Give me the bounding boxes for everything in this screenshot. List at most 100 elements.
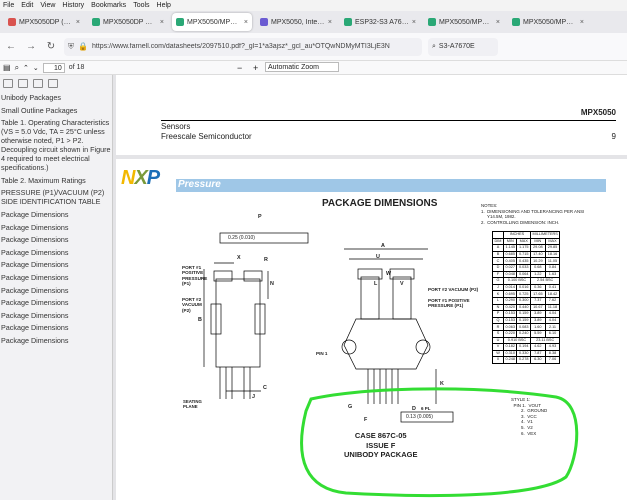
table-cell: V [492, 343, 504, 351]
outline-item[interactable]: Package Dimensions [1, 235, 111, 244]
pdf-page-10: NXP Pressure PACKAGE DIMENSIONS P 0.25 (… [116, 159, 627, 500]
tab-close-icon[interactable]: × [160, 19, 164, 26]
outline-item[interactable]: Package Dimensions [1, 298, 111, 307]
outline-item[interactable]: Package Dimensions [1, 273, 111, 282]
table-cell: 0.153 [502, 316, 518, 325]
page-down-icon[interactable]: ⌄ [33, 64, 39, 72]
pdf-viewer[interactable]: MPX5050 Sensors Freescale Semiconductor … [113, 75, 627, 500]
tab-favicon-icon [512, 18, 520, 26]
table-cell: 17.65 [530, 290, 546, 298]
menu-view[interactable]: View [40, 2, 55, 9]
table-cell: 5.59 [530, 329, 546, 338]
menu-help[interactable]: Help [157, 2, 171, 9]
menu-edit[interactable]: Edit [21, 2, 33, 9]
table-cell: L [492, 296, 504, 305]
table-cell: 7.37 [530, 296, 546, 305]
zoom-select[interactable]: Automatic Zoom [265, 62, 339, 72]
browser-tab[interactable]: MPX5050/MPXV505× [172, 13, 252, 31]
lock-icon: 🔒 [78, 42, 88, 51]
tab-close-icon[interactable]: × [76, 19, 80, 26]
table-cell: 0.278 [516, 356, 531, 364]
table-cell: 4.04 [544, 310, 561, 318]
outline-item[interactable]: Table 1. Operating Characteristics (VS =… [1, 118, 111, 172]
page-number-input[interactable]: 10 [42, 62, 65, 73]
attachments-icon[interactable] [33, 78, 43, 88]
table-cell: 18.42 [544, 290, 561, 298]
back-icon[interactable]: ← [4, 40, 18, 54]
table-cell: 0.910 BSC [502, 336, 532, 345]
thumbnails-icon[interactable] [3, 78, 13, 88]
zoom-out-icon[interactable]: − [237, 63, 242, 73]
outline-item[interactable]: PRESSURE (P1)/VACUUM (P2) SIDE IDENTIFIC… [1, 188, 111, 206]
pdf-page-9: MPX5050 Sensors Freescale Semiconductor … [116, 75, 627, 155]
outline-item[interactable]: Unibody Packages [1, 93, 111, 102]
tab-close-icon[interactable]: × [328, 19, 332, 26]
outline-item[interactable]: Package Dimensions [1, 311, 111, 320]
url-bar[interactable]: ⛨ 🔒 https://www.farnell.com/datasheets/2… [64, 37, 422, 56]
table-row: S 0.220 0.240 5.59 6.10 [492, 329, 561, 338]
table-row: G 0.100 BSC 2.54 BSC [492, 277, 561, 285]
dim-label-l: L [374, 281, 378, 287]
outline-item[interactable]: Package Dimensions [1, 223, 111, 232]
table-cell: C [492, 257, 504, 265]
outline-item[interactable]: Package Dimensions [1, 286, 111, 295]
menu-bookmarks[interactable]: Bookmarks [91, 2, 126, 9]
table-row: A 1.145 1.175 29.08 29.85 [492, 244, 561, 252]
table-cell: 3.89 [530, 316, 546, 325]
zoom-in-icon[interactable]: + [253, 63, 258, 73]
outline-item[interactable]: Package Dimensions [1, 260, 111, 269]
tab-close-icon[interactable]: × [580, 19, 584, 26]
search-icon: ⌕ [432, 42, 436, 50]
menu-bar: File Edit View History Bookmarks Tools Help [0, 0, 627, 11]
table-cell: 0.048 [502, 270, 518, 279]
dimension-table: INCHES MILLIMETERS DIM MIN MAX MIN MAX A 1.145 1.… [492, 231, 561, 364]
table-cell: 0.290 [502, 296, 518, 305]
menu-file[interactable]: File [3, 2, 14, 9]
table-cell: X [492, 356, 504, 364]
outline-item[interactable]: Package Dimensions [1, 248, 111, 257]
dim-label-g: G [348, 404, 353, 410]
layers-icon[interactable] [48, 78, 58, 88]
table-row: P 0.153 0.159 3.89 4.04 [492, 310, 561, 318]
case-line: CASE 867C-05 [354, 431, 407, 440]
page-up-icon[interactable]: ⌃ [23, 64, 29, 72]
menu-history[interactable]: History [62, 2, 84, 9]
browser-tab[interactable]: ESP32-S3 A7670E 4× [340, 13, 420, 31]
nav-bar: ← → ↻ ⛨ 🔒 https://www.farnell.com/datash… [0, 33, 627, 61]
forward-icon[interactable]: → [24, 40, 38, 54]
header-rule [161, 120, 616, 121]
table-cell: 4.04 [544, 316, 561, 325]
tab-bar: MPX5050DP (Blood×MPX5050DP NXP, P×MPX505… [0, 11, 627, 33]
outline-icon[interactable] [18, 78, 28, 88]
tab-close-icon[interactable]: × [412, 19, 416, 26]
table-cell: 1.175 [516, 244, 531, 252]
outline-item[interactable]: Package Dimensions [1, 336, 111, 345]
front-tube-2 [389, 268, 415, 280]
table-cell: 7.87 [530, 349, 546, 358]
header-company: Freescale Semiconductor [161, 132, 252, 141]
table-cell: 0.159 [516, 316, 531, 325]
outline-item[interactable]: Table 2. Maximum Ratings [1, 176, 111, 185]
table-cell: 0.159 [516, 310, 531, 318]
find-icon[interactable]: ⌕ [15, 63, 19, 73]
tab-close-icon[interactable]: × [244, 19, 248, 26]
browser-tab[interactable]: MPX5050/MPXV5050G× [508, 13, 588, 31]
browser-tab[interactable]: MPX5050DP (Blood× [4, 13, 84, 31]
browser-tab[interactable]: MPX5050, Integrate× [256, 13, 336, 31]
tab-close-icon[interactable]: × [496, 19, 500, 26]
table-header-cell: MIN [530, 237, 546, 246]
browser-tab[interactable]: MPX5050/MPXV5050G× [424, 13, 504, 31]
table-cell: 6.30 [530, 356, 546, 364]
search-box[interactable]: ⌕ S3-A7670E [428, 37, 498, 56]
table-cell: 17.40 [530, 250, 546, 259]
outline-item[interactable]: Package Dimensions [1, 210, 111, 219]
table-cell: 0.064 [516, 270, 531, 279]
tab-label: MPX5050/MPXV5050G [439, 18, 493, 26]
sidebar-toggle-icon[interactable]: ▤ [3, 63, 11, 72]
reload-icon[interactable]: ↻ [44, 40, 58, 54]
outline-item[interactable]: Small Outline Packages [1, 106, 111, 115]
browser-tab[interactable]: MPX5050DP NXP, P× [88, 13, 168, 31]
menu-tools[interactable]: Tools [133, 2, 149, 9]
table-cell: A [492, 244, 504, 252]
outline-item[interactable]: Package Dimensions [1, 323, 111, 332]
